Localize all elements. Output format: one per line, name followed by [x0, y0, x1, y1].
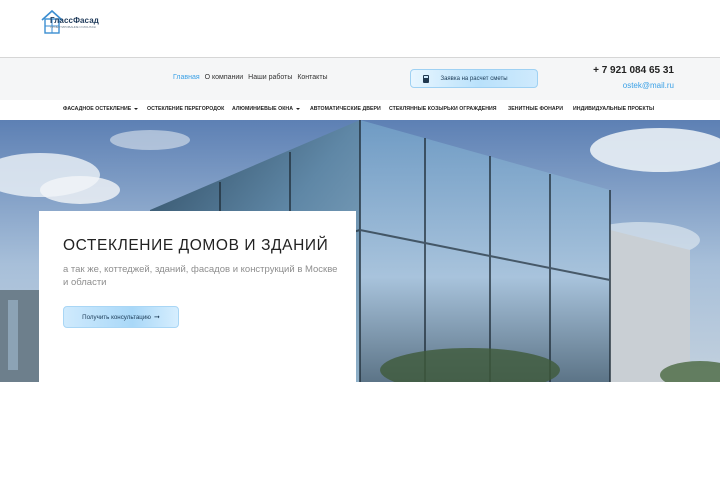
menu-item-label: АВТОМАТИЧЕСКИЕ ДВЕРИ: [310, 106, 381, 112]
menu-item-label: ИНДИВИДУАЛЬНЫЕ ПРОЕКТЫ: [573, 106, 655, 112]
menu-item-glass-canopies[interactable]: СТЕКЛЯННЫЕ КОЗЫРЬКИ ОГРАЖДЕНИЯ: [389, 106, 497, 112]
get-consultation-label: Получить консультацию: [82, 313, 151, 321]
logo-subtitle: ПРОЕКТИРОВАНИЕ И МОНТАЖ: [50, 25, 96, 29]
menu-item-facade-glazing[interactable]: ФАСАДНОЕ ОСТЕКЛЕНИЕ: [63, 106, 139, 112]
hero-subtitle: а так же, коттеджей, зданий, фасадов и к…: [63, 264, 338, 288]
estimate-request-label: Заявка на расчет сметы: [440, 75, 508, 82]
calculator-icon: [423, 75, 429, 83]
nav-link-about[interactable]: О компании: [205, 74, 244, 81]
email-link[interactable]: ostek@mail.ru: [623, 81, 674, 90]
estimate-request-button[interactable]: Заявка на расчет сметы: [410, 69, 538, 88]
menu-item-label: АЛЮМИНИЕВЫЕ ОКНА: [232, 106, 294, 112]
nav-link-contacts[interactable]: Контакты: [297, 74, 327, 81]
menu-item-aluminum-windows[interactable]: АЛЮМИНИЕВЫЕ ОКНА: [232, 106, 301, 112]
phone-number[interactable]: + 7 921 084 65 31: [593, 65, 674, 76]
menu-item-partition-glazing[interactable]: ОСТЕКЛЕНИЕ ПЕРЕГОРОДОК: [147, 106, 224, 112]
hero-title: ОСТЕКЛЕНИЕ ДОМОВ И ЗДАНИЙ: [63, 237, 329, 254]
top-navigation: Главная О компании Наши работы Контакты: [173, 74, 331, 81]
header-bar: [0, 57, 720, 100]
hero-card: ОСТЕКЛЕНИЕ ДОМОВ И ЗДАНИЙ а так же, котт…: [39, 211, 356, 382]
nav-link-home[interactable]: Главная: [173, 74, 200, 81]
logo-text[interactable]: ГлассФасад: [50, 16, 99, 25]
main-navigation: ФАСАДНОЕ ОСТЕКЛЕНИЕ ОСТЕКЛЕНИЕ ПЕРЕГОРОД…: [0, 100, 720, 120]
chevron-down-icon: [296, 107, 301, 110]
chevron-down-icon: [134, 107, 139, 110]
menu-item-label: ОСТЕКЛЕНИЕ ПЕРЕГОРОДОК: [147, 106, 225, 112]
menu-item-label: СТЕКЛЯННЫЕ КОЗЫРЬКИ ОГРАЖДЕНИЯ: [389, 106, 497, 112]
menu-item-automatic-doors[interactable]: АВТОМАТИЧЕСКИЕ ДВЕРИ: [310, 106, 381, 112]
menu-item-label: ЗЕНИТНЫЕ ФОНАРИ: [508, 106, 563, 112]
nav-link-works[interactable]: Наши работы: [248, 74, 292, 81]
menu-item-custom-projects[interactable]: ИНДИВИДУАЛЬНЫЕ ПРОЕКТЫ: [573, 106, 654, 112]
arrow-right-icon: ➞: [153, 314, 160, 321]
get-consultation-button[interactable]: Получить консультацию ➞: [63, 306, 179, 328]
menu-item-skylights[interactable]: ЗЕНИТНЫЕ ФОНАРИ: [508, 106, 563, 112]
menu-item-label: ФАСАДНОЕ ОСТЕКЛЕНИЕ: [63, 106, 132, 112]
